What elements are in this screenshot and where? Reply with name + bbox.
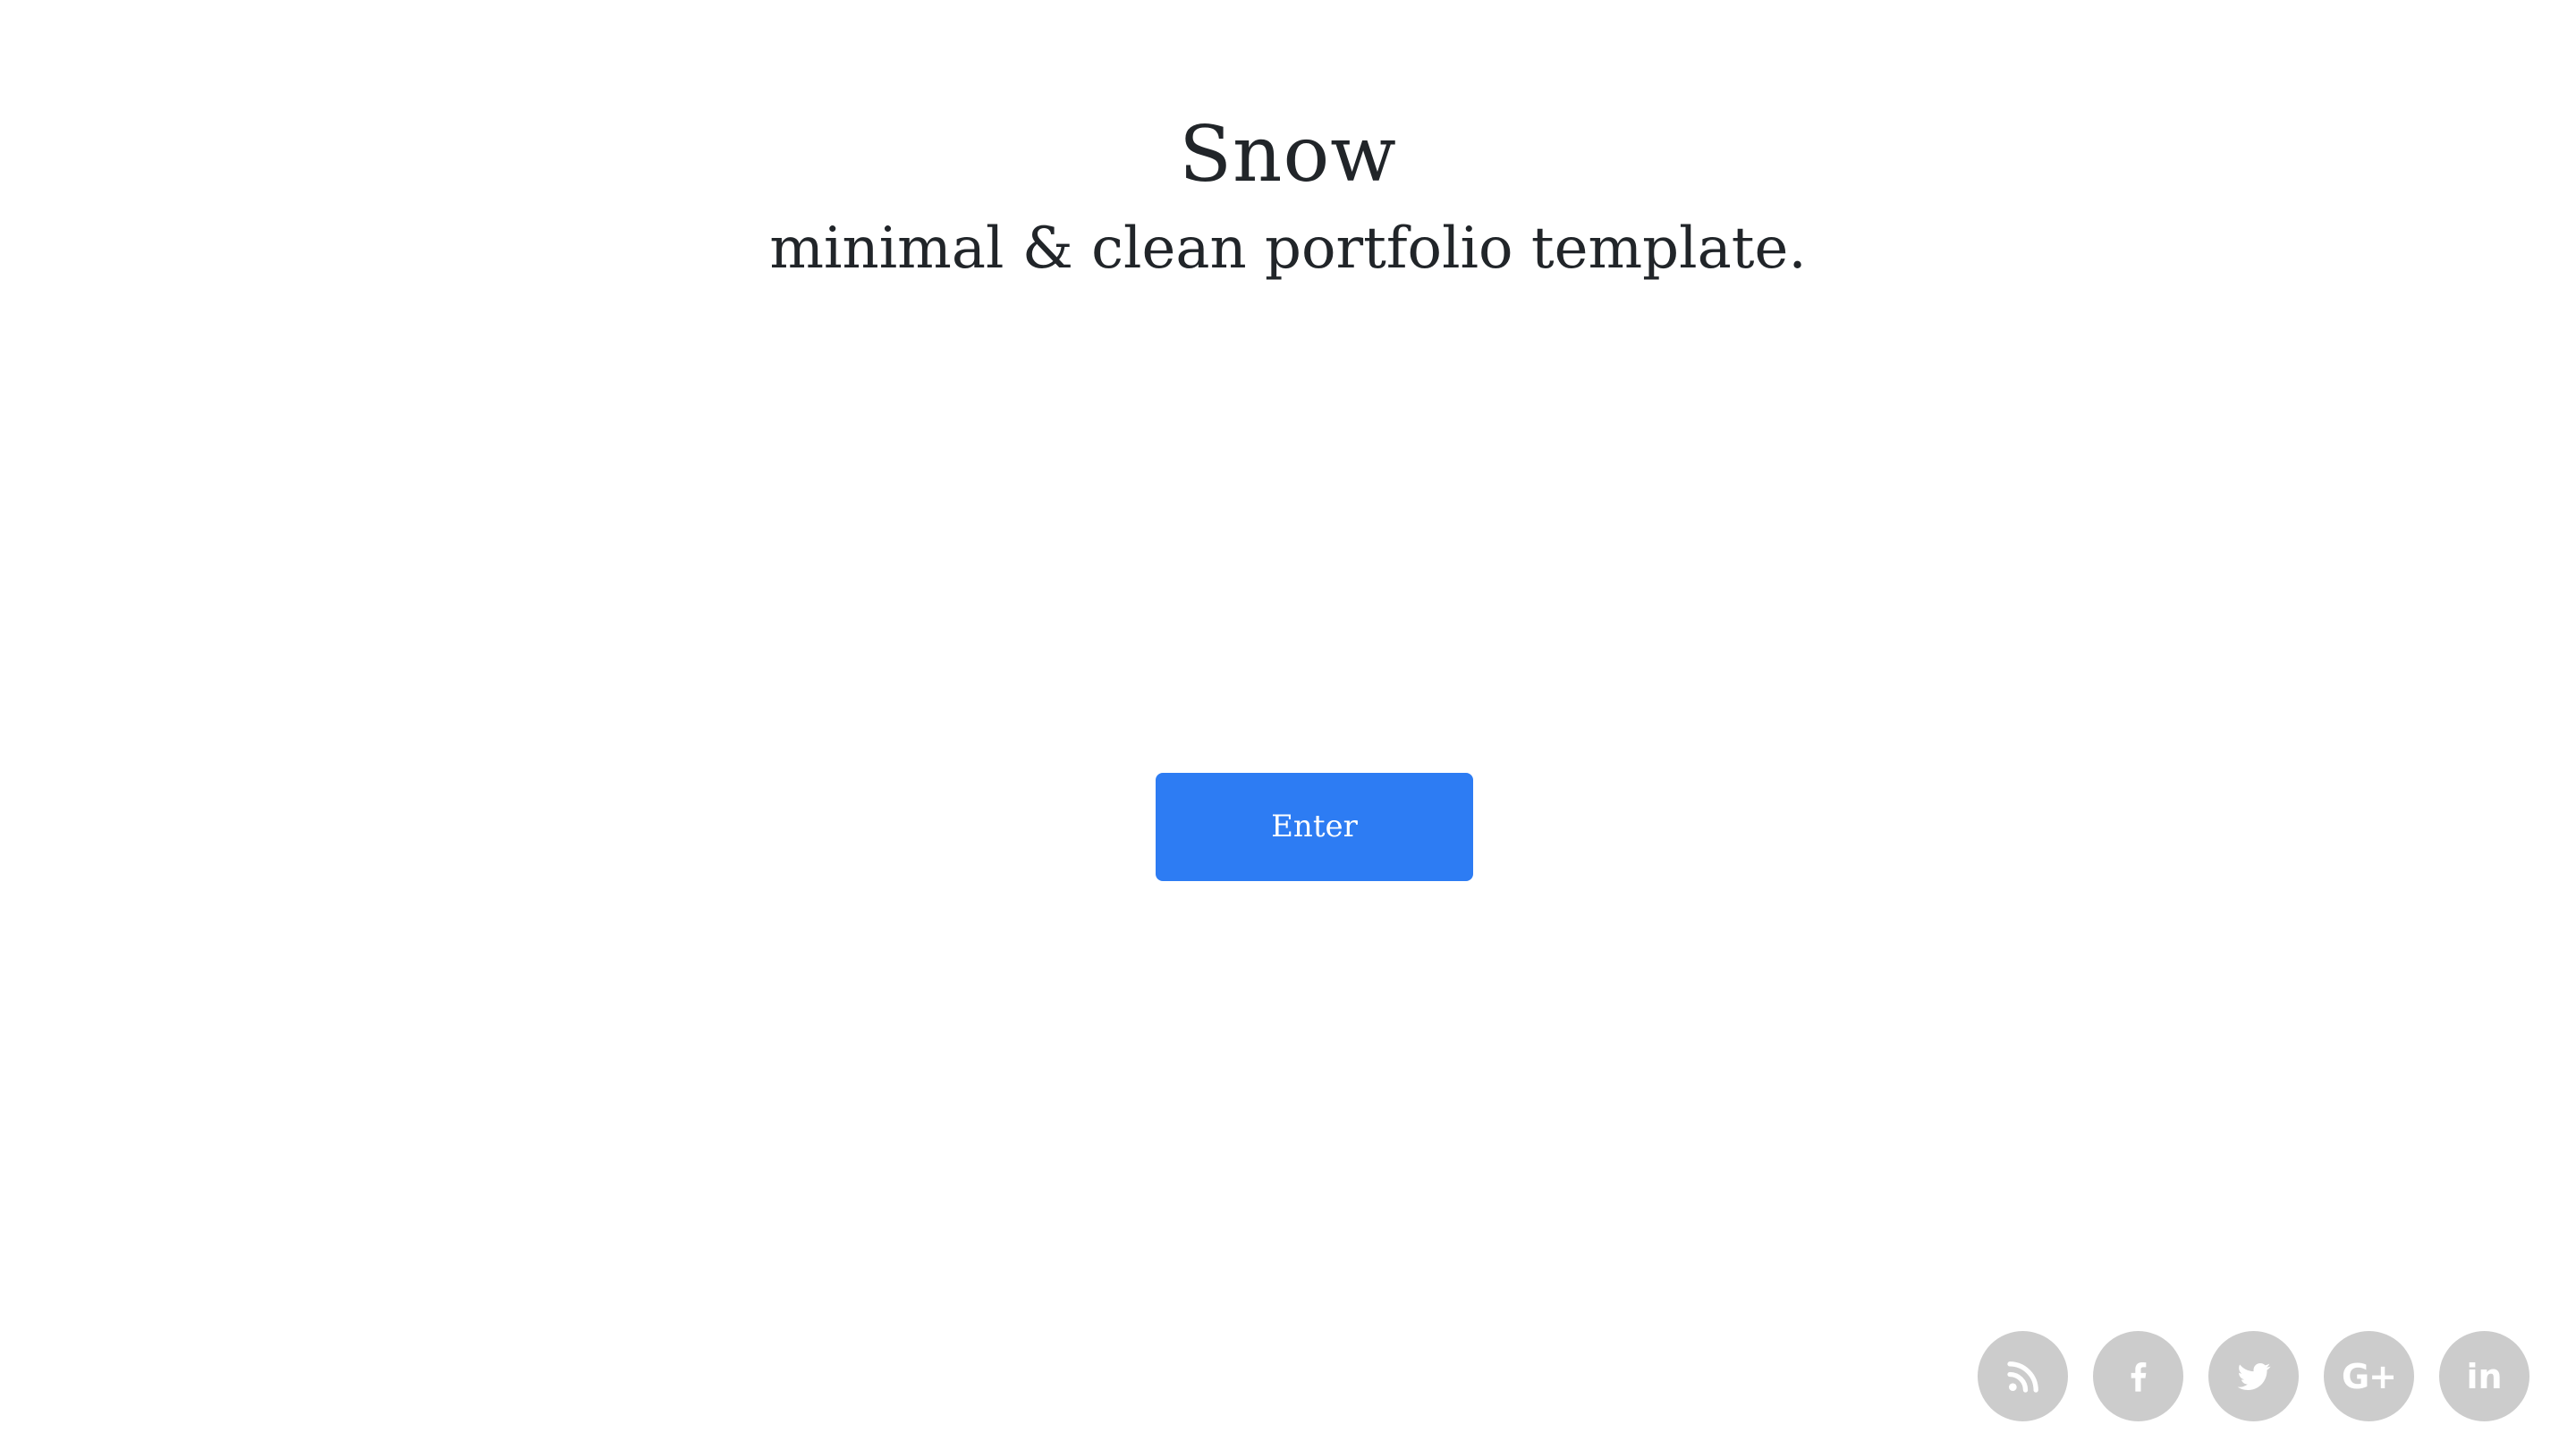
google-plus-icon: G+ xyxy=(2341,1356,2397,1396)
facebook-icon xyxy=(2121,1357,2157,1396)
social-links: G+ in xyxy=(1978,1331,2529,1421)
social-link-facebook[interactable] xyxy=(2093,1331,2183,1421)
linkedin-icon: in xyxy=(2466,1356,2503,1396)
social-link-rss[interactable] xyxy=(1978,1331,2068,1421)
social-link-linkedin[interactable]: in xyxy=(2439,1331,2529,1421)
twitter-icon xyxy=(2236,1359,2272,1395)
rss-icon xyxy=(2005,1359,2041,1395)
social-link-twitter[interactable] xyxy=(2208,1331,2299,1421)
hero: Snow minimal & clean portfolio template. xyxy=(0,106,2576,293)
social-link-google-plus[interactable]: G+ xyxy=(2324,1331,2414,1421)
site-title: Snow xyxy=(1179,110,1397,199)
enter-button[interactable]: Enter xyxy=(1156,773,1473,881)
site-subtitle: minimal & clean portfolio template. xyxy=(769,216,1807,282)
